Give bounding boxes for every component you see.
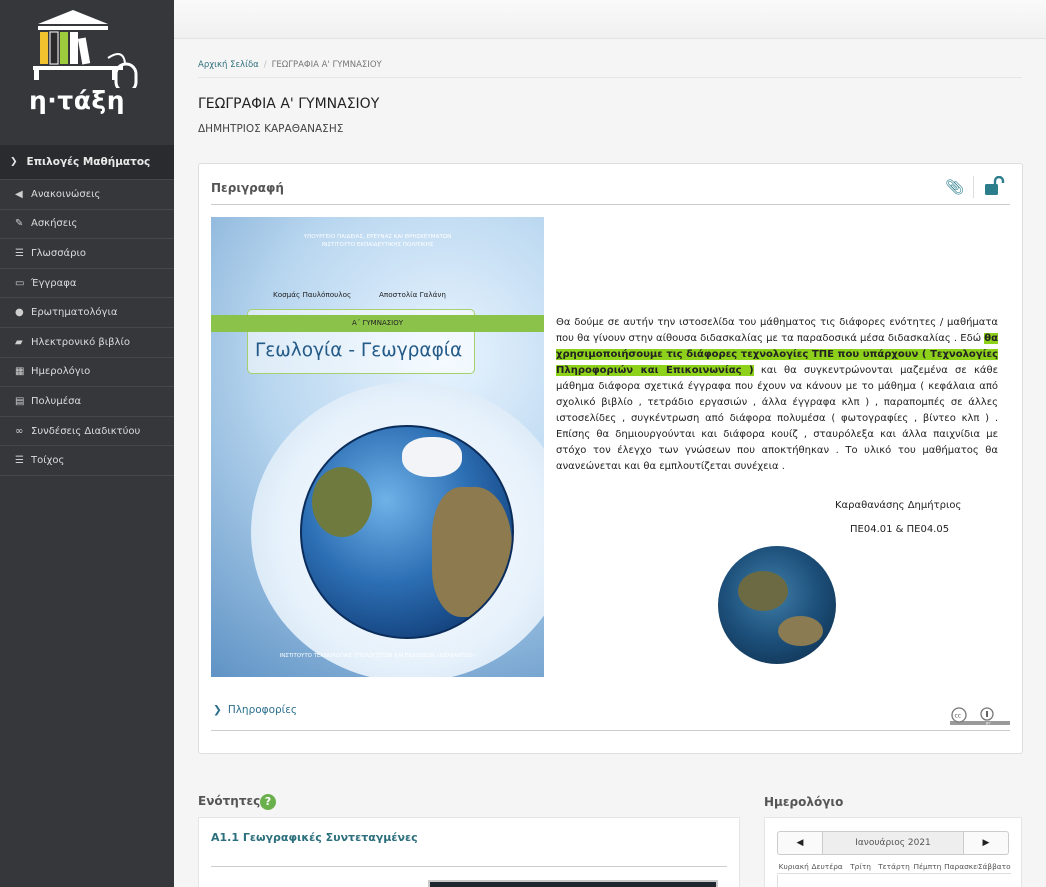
book-publisher: ΥΠΟΥΡΓΕΙΟ ΠΑΙΔΕΙΑΣ, ΕΡΕΥΝΑΣ ΚΑΙ ΘΡΗΣΚΕΥΜ… — [211, 233, 544, 249]
divider — [211, 204, 1010, 205]
book-icon: ▰ — [15, 336, 23, 348]
paperclip-icon[interactable]: 📎︎ — [945, 178, 964, 196]
breadcrumb-separator: / — [263, 60, 267, 70]
calendar-heading: Ημερολόγιο — [764, 795, 844, 809]
film-icon: ▤ — [15, 395, 25, 407]
description-panel: Περιγραφή 📎︎ ΥΠΟΥΡΓΕΙΟ ΠΑΙΔΕΙΑΣ, ΕΡΕΥΝΑΣ… — [198, 163, 1023, 754]
link-icon: ∞ — [15, 425, 24, 437]
divider — [211, 866, 727, 867]
sidebar-item-label: Πολυμέσα — [31, 395, 82, 407]
description-text: Θα δούμε σε αυτήν την ιστοσελίδα του μάθ… — [556, 315, 998, 475]
logo-building-icon — [33, 10, 138, 88]
logo[interactable]: η·τάξη — [0, 0, 174, 145]
list-icon: ☰ — [15, 247, 24, 259]
book-title: Γεωλογία - Γεωγραφία — [255, 340, 463, 361]
info-toggle[interactable]: ❯ Πληροφορίες — [213, 704, 297, 716]
sidebar-item-links[interactable]: ∞ Συνδέσεις Διαδικτύου — [0, 417, 174, 447]
course-options-toggle[interactable]: ❯ Επιλογές Μαθήματος — [0, 145, 174, 180]
sidebar-item-label: Γλωσσάριο — [31, 247, 86, 259]
sidebar-item-label: Ηλεκτρονικό βιβλίο — [31, 336, 130, 348]
sidebar-item-label: Ερωτηματολόγια — [31, 307, 118, 319]
chevron-down-icon: ❯ — [10, 157, 18, 167]
sidebar-item-calendar[interactable]: ▦ Ημερολόγιο — [0, 358, 174, 388]
calendar-prev-button[interactable]: ◀ — [777, 831, 823, 855]
svg-text:cc: cc — [955, 713, 962, 720]
calendar-icon: ▦ — [15, 366, 25, 378]
globe-image — [300, 425, 514, 639]
logo-text: η·τάξη — [29, 86, 125, 115]
sidebar-item-glossary[interactable]: ☰ Γλωσσάριο — [0, 239, 174, 269]
sidebar-item-label: Ημερολόγιο — [31, 366, 91, 378]
folder-open-icon: ▭ — [15, 277, 25, 289]
creative-commons-badge[interactable]: cc BY — [950, 707, 1010, 726]
weekday: Τρίτη — [843, 860, 878, 874]
help-icon[interactable]: ? — [260, 794, 276, 810]
weekday: Πέμπτη — [910, 860, 945, 874]
globe-landmass — [402, 437, 462, 477]
sidebar-item-documents[interactable]: ▭ Έγγραφα — [0, 269, 174, 299]
course-options-label: Επιλογές Μαθήματος — [26, 156, 151, 168]
breadcrumb-current: ΓΕΩΓΡΑΦΙΑ Α' ΓΥΜΝΑΣΙΟΥ — [271, 60, 382, 70]
info-toggle-label: Πληροφορίες — [227, 704, 298, 716]
caret-left-icon: ◀ — [796, 838, 804, 848]
weekday: Κυριακή — [777, 860, 811, 874]
question-circle-icon: ● — [15, 307, 24, 319]
weekday: Τετάρτη — [877, 860, 911, 874]
top-bar — [174, 0, 1046, 39]
course-teacher: ΔΗΜΗΤΡΙΟΣ ΚΑΡΑΘΑΝΑΣΗΣ — [198, 123, 344, 135]
wall-list-icon: ☰ — [15, 455, 24, 467]
description-text-part: Θα δούμε σε αυτήν την ιστοσελίδα του μάθ… — [556, 317, 998, 344]
weekday: Σάββατο — [977, 860, 1011, 874]
calendar-panel: ◀ Ιανουάριος 2021 ▶ Κυριακή Δευτέρα Τρίτ… — [764, 817, 1022, 887]
divider — [211, 730, 1010, 731]
page-title: ΓΕΩΓΡΑΦΙΑ Α' ΓΥΜΝΑΣΙΟΥ — [198, 96, 380, 112]
book-grade: Α΄ ΓΥΜΝΑΣΙΟΥ — [211, 315, 544, 332]
weekday: Δευτέρα — [810, 860, 844, 874]
edit-icon: ✎ — [15, 218, 24, 230]
signature: Καραθανάσης Δημήτριος — [835, 500, 962, 511]
signature-code: ΠΕ04.01 & ΠΕ04.05 — [850, 524, 950, 535]
sidebar-item-wall[interactable]: ☰ Τοίχος — [0, 446, 174, 476]
sidebar-item-multimedia[interactable]: ▤ Πολυμέσα — [0, 387, 174, 417]
caret-right-icon: ▶ — [982, 838, 990, 848]
weekday: Παρασκευή — [944, 860, 978, 874]
sidebar-item-questionnaires[interactable]: ● Ερωτηματολόγια — [0, 298, 174, 328]
book-publisher-line: ΙΝΣΤΙΤΟΥΤΟ ΕΚΠΑΙΔΕΥΤΙΚΗΣ ΠΟΛΙΤΙΚΗΣ — [321, 242, 434, 248]
units-panel: Α1.1 Γεωγραφικές Συντεταγμένες — [198, 817, 740, 887]
sidebar: η·τάξη ❯ Επιλογές Μαθήματος ◀ Ανακοινώσε… — [0, 0, 174, 887]
unit-link[interactable]: Α1.1 Γεωγραφικές Συντεταγμένες — [211, 831, 418, 844]
description-heading: Περιγραφή — [211, 181, 284, 195]
calendar-grid[interactable] — [777, 875, 1011, 887]
sidebar-item-label: Έγγραφα — [31, 277, 77, 289]
book-cover-image: ΥΠΟΥΡΓΕΙΟ ΠΑΙΔΕΙΑΣ, ΕΡΕΥΝΑΣ ΚΑΙ ΘΡΗΣΚΕΥΜ… — [211, 217, 544, 677]
calendar-month: Ιανουάριος 2021 — [823, 831, 963, 855]
chevron-right-icon: ❯ — [213, 704, 222, 716]
sidebar-item-label: Ανακοινώσεις — [31, 188, 101, 200]
calendar-weekdays: Κυριακή Δευτέρα Τρίτη Τετάρτη Πέμπτη Παρ… — [777, 860, 1011, 874]
divider — [973, 176, 974, 198]
megaphone-icon: ◀ — [15, 188, 23, 200]
sidebar-item-label: Συνδέσεις Διαδικτύου — [31, 425, 141, 437]
calendar-next-button[interactable]: ▶ — [963, 831, 1009, 855]
book-author: Αποστολία Γαλάνη — [379, 290, 446, 299]
breadcrumb: Αρχική Σελίδα / ΓΕΩΓΡΑΦΙΑ Α' ΓΥΜΝΑΣΙΟΥ — [198, 60, 1022, 78]
book-publisher-line: ΥΠΟΥΡΓΕΙΟ ΠΑΙΔΕΙΑΣ, ΕΡΕΥΝΑΣ ΚΑΙ ΘΡΗΣΚΕΥΜ… — [303, 234, 452, 240]
breadcrumb-home-link[interactable]: Αρχική Σελίδα — [198, 60, 259, 70]
sidebar-item-exercises[interactable]: ✎ Ασκήσεις — [0, 210, 174, 240]
sidebar-item-ebook[interactable]: ▰ Ηλεκτρονικό βιβλίο — [0, 328, 174, 358]
sidebar-item-label: Ασκήσεις — [31, 218, 78, 230]
earth-landmass — [738, 571, 788, 611]
book-author: Κοσμάς Παυλόπουλος — [273, 290, 352, 299]
book-footer: ΙΝΣΤΙΤΟΥΤΟ ΤΕΧΝΟΛΟΓΙΑΣ ΥΠΟΛΟΓΙΣΤΩΝ ΚΑΙ Ε… — [279, 653, 476, 659]
description-text-part: και θα συγκεντρώνονται μαζεμένα σε κάθε … — [556, 365, 999, 472]
sidebar-item-label: Τοίχος — [31, 455, 65, 467]
globe-landmass — [312, 467, 372, 537]
unlock-icon[interactable] — [984, 175, 1006, 200]
units-heading: Ενότητες — [198, 794, 261, 808]
earth-landmass — [778, 616, 823, 646]
unit-video-thumbnail[interactable] — [428, 880, 718, 887]
earth-image — [718, 546, 836, 664]
sidebar-item-announcements[interactable]: ◀ Ανακοινώσεις — [0, 180, 174, 210]
